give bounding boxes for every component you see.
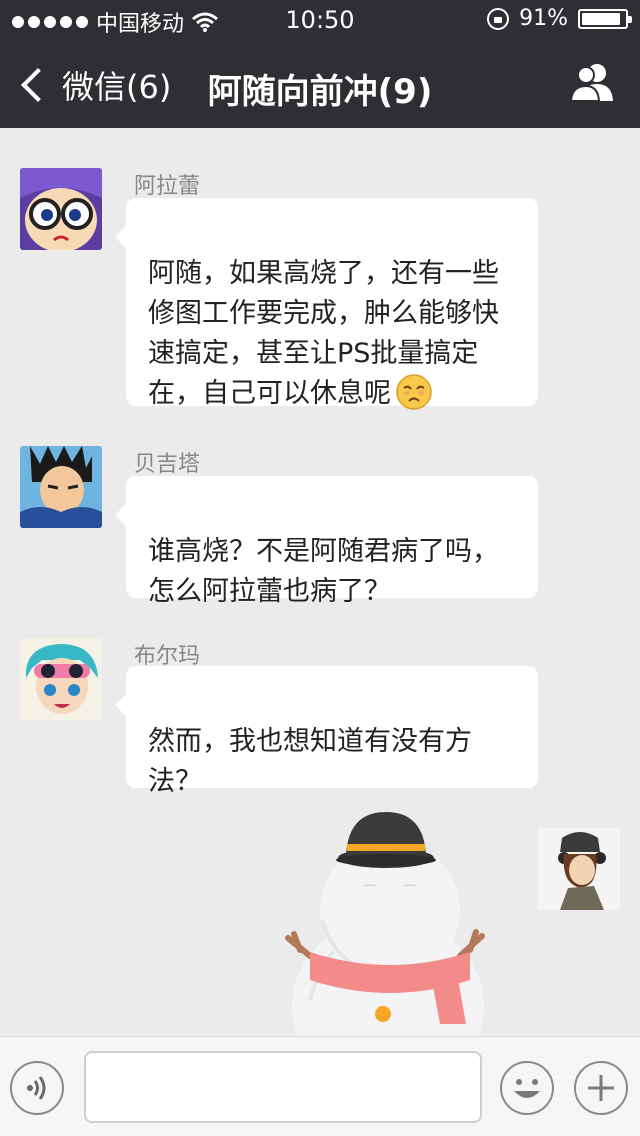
battery-percent: 91% xyxy=(519,6,568,31)
input-bar xyxy=(0,1036,640,1136)
message-bubble[interactable]: 然而，我也想知道有没有方 法？ xyxy=(115,666,538,797)
sender-name: 贝吉塔 xyxy=(134,452,201,477)
message-text: 阿随，如果高烧了，还有一些 修图工作要完成，肿么能够快 速搞定，甚至让PS批量搞… xyxy=(148,258,499,409)
voice-button[interactable] xyxy=(10,1061,64,1115)
message-text: 然而，我也想知道有没有方 法？ xyxy=(148,726,472,797)
group-icon[interactable] xyxy=(570,62,616,102)
plus-icon xyxy=(588,1075,614,1101)
message-bubble[interactable]: 阿随，如果高烧了，还有一些 修图工作要完成，肿么能够快 速搞定，甚至让PS批量搞… xyxy=(115,198,538,410)
status-bar: 中国移动 10:50 91% xyxy=(0,0,640,40)
message-input[interactable] xyxy=(84,1051,482,1123)
smiley-icon xyxy=(514,1079,540,1098)
chat-title: 阿随向前冲(9) xyxy=(207,72,433,112)
battery-icon xyxy=(578,8,632,29)
add-button[interactable] xyxy=(574,1061,628,1115)
snowman-sticker[interactable] xyxy=(280,810,500,1036)
voice-icon xyxy=(27,1076,46,1100)
avatar-bulma[interactable] xyxy=(20,638,102,720)
emoji-button[interactable] xyxy=(500,1061,554,1115)
avatar-vegeta[interactable] xyxy=(20,446,102,528)
avatar-arale[interactable] xyxy=(20,168,102,250)
avatar-me[interactable] xyxy=(538,828,620,910)
rotation-lock-icon xyxy=(487,7,510,30)
sender-name: 阿拉蕾 xyxy=(134,174,201,199)
nav-bar: 微信(6) 阿随向前冲(9) xyxy=(0,40,640,128)
message-bubble[interactable]: 谁高烧？不是阿随君病了吗， 怎么阿拉蕾也病了？ xyxy=(115,476,538,607)
top-bar: 中国移动 10:50 91% 微信(6) 阿随向前冲(9) xyxy=(0,0,640,128)
message-text: 谁高烧？不是阿随君病了吗， 怎么阿拉蕾也病了？ xyxy=(148,536,499,607)
sad-face-emoji xyxy=(396,373,432,410)
